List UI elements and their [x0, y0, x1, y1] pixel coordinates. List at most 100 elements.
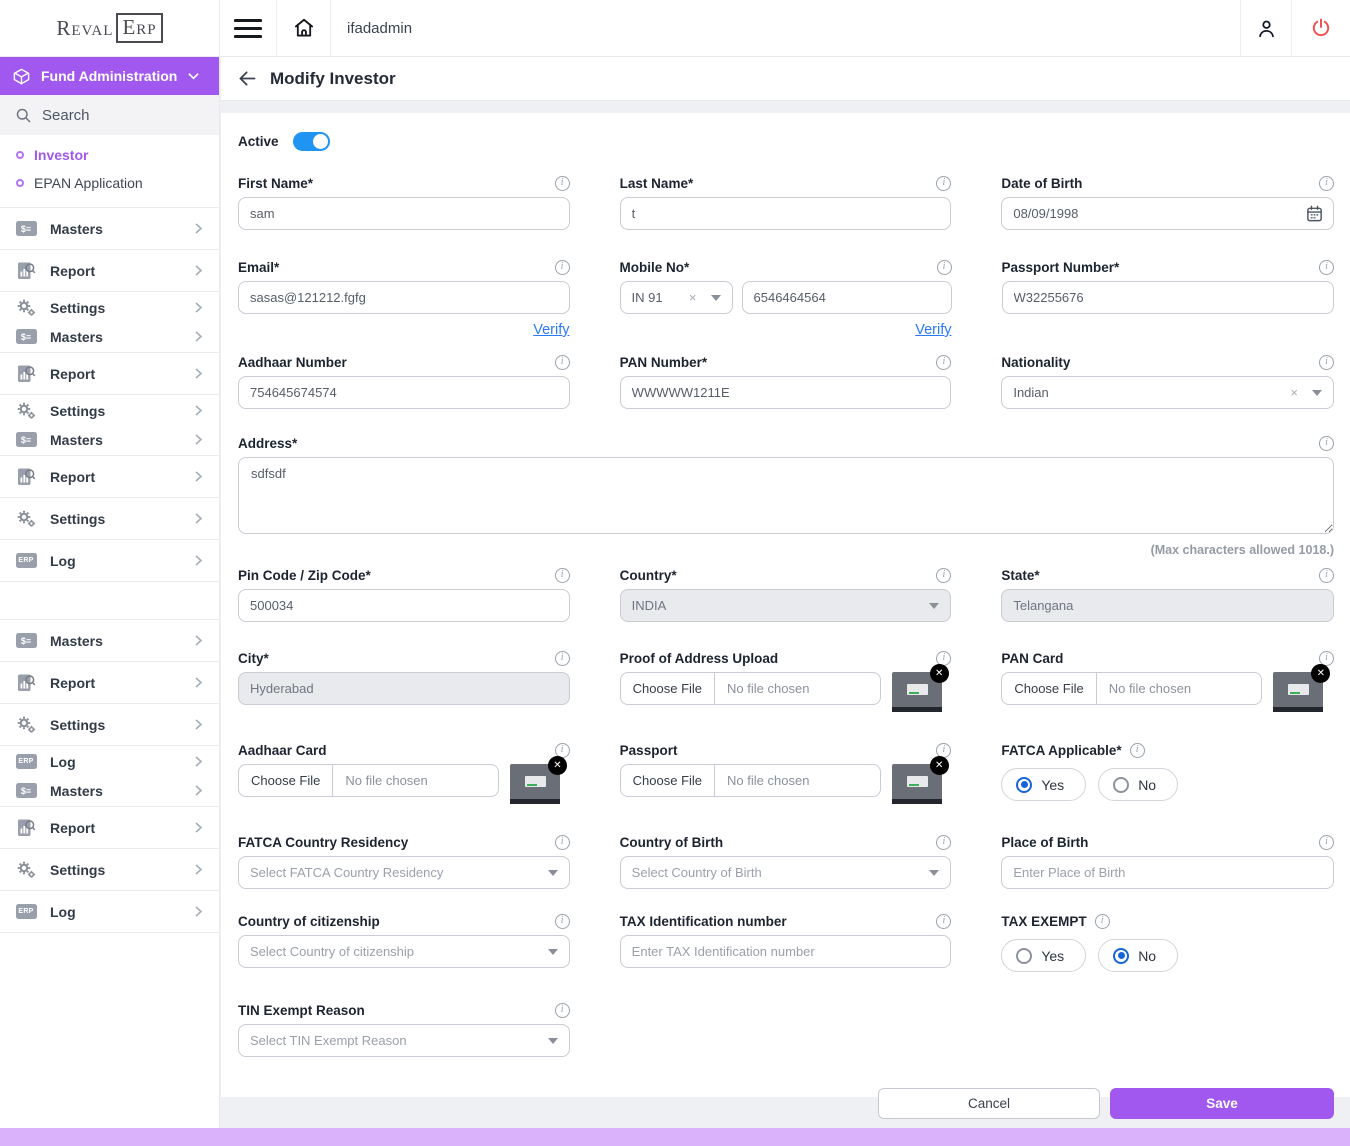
footer-bar — [0, 1128, 1350, 1146]
place-of-birth-input[interactable] — [1001, 856, 1334, 889]
sidebar-item-log[interactable]: ERPLog — [0, 891, 219, 932]
logged-in-username: ifadadmin — [331, 0, 428, 56]
sidebar-search-input[interactable]: Search — [0, 95, 219, 135]
aadhaar-card-thumbnail[interactable]: ✕ — [510, 764, 560, 804]
proof-of-address-file-input[interactable]: Choose File No file chosen — [620, 672, 881, 705]
choose-file-button[interactable]: Choose File — [621, 673, 715, 704]
country-of-birth-select[interactable]: Select Country of Birth — [620, 856, 952, 889]
chevron-down-icon — [711, 295, 721, 301]
sidebar-item-masters[interactable]: $≡Masters — [0, 425, 219, 454]
sidebar-item-label: Log — [50, 904, 76, 920]
choose-file-button[interactable]: Choose File — [621, 765, 715, 796]
tax-exempt-yes-radio[interactable]: Yes — [1001, 939, 1086, 972]
address-textarea[interactable]: sdfsdf — [238, 457, 1334, 534]
info-icon: i — [1095, 914, 1110, 929]
sidebar-item-log[interactable]: ERP Log — [0, 540, 219, 581]
field-pan-card: PAN Cardi Choose File No file chosen ✕ — [1001, 650, 1334, 712]
remove-file-icon[interactable]: ✕ — [930, 664, 949, 683]
aadhaar-number-input[interactable] — [238, 376, 570, 409]
sidebar-item-investor[interactable]: Investor — [0, 141, 219, 169]
remove-file-icon[interactable]: ✕ — [548, 756, 567, 775]
log-icon: ERP — [15, 552, 37, 569]
clear-icon[interactable]: × — [1290, 385, 1298, 400]
choose-file-button[interactable]: Choose File — [1002, 673, 1096, 704]
sidebar-item-masters[interactable]: $≡Masters — [0, 776, 219, 805]
passport-thumbnail[interactable]: ✕ — [892, 764, 942, 804]
tax-id-input[interactable] — [620, 935, 952, 968]
tax-exempt-no-radio[interactable]: No — [1098, 939, 1178, 972]
date-of-birth-input[interactable] — [1001, 197, 1334, 230]
fatca-country-select[interactable]: Select FATCA Country Residency — [238, 856, 570, 889]
first-name-input[interactable] — [238, 197, 570, 230]
logout-power-icon[interactable] — [1291, 0, 1350, 56]
calendar-icon[interactable] — [1305, 204, 1324, 228]
nationality-select[interactable]: Indian × — [1001, 376, 1334, 409]
save-button[interactable]: Save — [1110, 1088, 1334, 1119]
citizenship-select[interactable]: Select Country of citizenship — [238, 935, 570, 968]
remove-file-icon[interactable]: ✕ — [930, 756, 949, 775]
fatca-yes-radio[interactable]: Yes — [1001, 768, 1086, 801]
last-name-input[interactable] — [620, 197, 952, 230]
field-label: Proof of Address Upload — [620, 651, 779, 666]
country-select: INDIA — [620, 589, 952, 622]
chevron-right-icon — [191, 263, 205, 278]
sidebar-menu-row: Report — [0, 455, 219, 497]
info-icon: i — [936, 835, 951, 850]
hamburger-menu-icon[interactable] — [220, 0, 277, 56]
radio-icon — [1113, 777, 1129, 793]
chevron-right-icon — [191, 904, 205, 919]
module-selector[interactable]: Fund Administration — [0, 57, 219, 95]
sidebar-item-label: Log — [50, 553, 76, 569]
info-icon: i — [555, 355, 570, 370]
sidebar-item-settings[interactable]: Settings — [0, 293, 219, 322]
sidebar-menu-row: Settings — [0, 848, 219, 890]
sidebar-item-report[interactable]: Report — [0, 250, 219, 291]
chevron-right-icon — [191, 329, 205, 344]
mobile-number-input[interactable] — [742, 281, 952, 314]
sidebar-item-report[interactable]: Report — [0, 662, 219, 703]
fatca-no-radio[interactable]: No — [1098, 768, 1178, 801]
choose-file-button[interactable]: Choose File — [239, 765, 333, 796]
masters-icon: $≡ — [15, 632, 37, 649]
active-toggle[interactable] — [293, 132, 330, 151]
verify-mobile-link[interactable]: Verify — [620, 322, 952, 340]
field-label: Mobile No* — [620, 260, 690, 275]
sidebar-item-report[interactable]: Report — [0, 807, 219, 848]
info-icon: i — [1319, 260, 1334, 275]
field-label: Country* — [620, 568, 677, 583]
sidebar-item-settings[interactable]: Settings — [0, 498, 219, 539]
page-title: Modify Investor — [270, 69, 396, 89]
sidebar-item-log[interactable]: ERPLog — [0, 747, 219, 776]
email-input[interactable] — [238, 281, 570, 314]
user-profile-icon[interactable] — [1240, 0, 1291, 56]
back-arrow-icon[interactable] — [237, 68, 258, 89]
sidebar-item-settings[interactable]: Settings — [0, 396, 219, 425]
sidebar-item-masters[interactable]: $≡Masters — [0, 208, 219, 249]
cancel-button[interactable]: Cancel — [878, 1088, 1100, 1119]
sidebar-item-settings[interactable]: Settings — [0, 704, 219, 745]
home-icon[interactable] — [277, 0, 331, 56]
sidebar-item-epan-application[interactable]: EPAN Application — [0, 169, 219, 197]
field-citizenship: Country of citizenshipi Select Country o… — [238, 913, 570, 968]
remove-file-icon[interactable]: ✕ — [1311, 664, 1330, 683]
country-code-select[interactable]: IN 91 × — [620, 281, 733, 314]
sidebar-item-masters[interactable]: $≡Masters — [0, 620, 219, 661]
tin-exempt-select[interactable]: Select TIN Exempt Reason — [238, 1024, 570, 1057]
clear-icon[interactable]: × — [689, 290, 697, 305]
pan-card-thumbnail[interactable]: ✕ — [1273, 672, 1323, 712]
passport-number-input[interactable] — [1002, 281, 1335, 314]
pan-card-file-input[interactable]: Choose File No file chosen — [1001, 672, 1262, 705]
masters-icon: $≡ — [15, 220, 37, 237]
field-state: State*i — [1001, 567, 1334, 622]
sidebar-item-report[interactable]: Report — [0, 456, 219, 497]
sidebar-item-settings[interactable]: Settings — [0, 849, 219, 890]
pincode-input[interactable] — [238, 589, 570, 622]
aadhaar-card-file-input[interactable]: Choose File No file chosen — [238, 764, 499, 797]
proof-of-address-thumbnail[interactable]: ✕ — [892, 672, 942, 712]
pan-number-input[interactable] — [620, 376, 952, 409]
sidebar-item-masters[interactable]: $≡Masters — [0, 322, 219, 351]
verify-email-link[interactable]: Verify — [238, 322, 570, 340]
sidebar-item-report[interactable]: Report — [0, 353, 219, 394]
chevron-right-icon — [191, 432, 205, 447]
passport-file-input[interactable]: Choose File No file chosen — [620, 764, 881, 797]
